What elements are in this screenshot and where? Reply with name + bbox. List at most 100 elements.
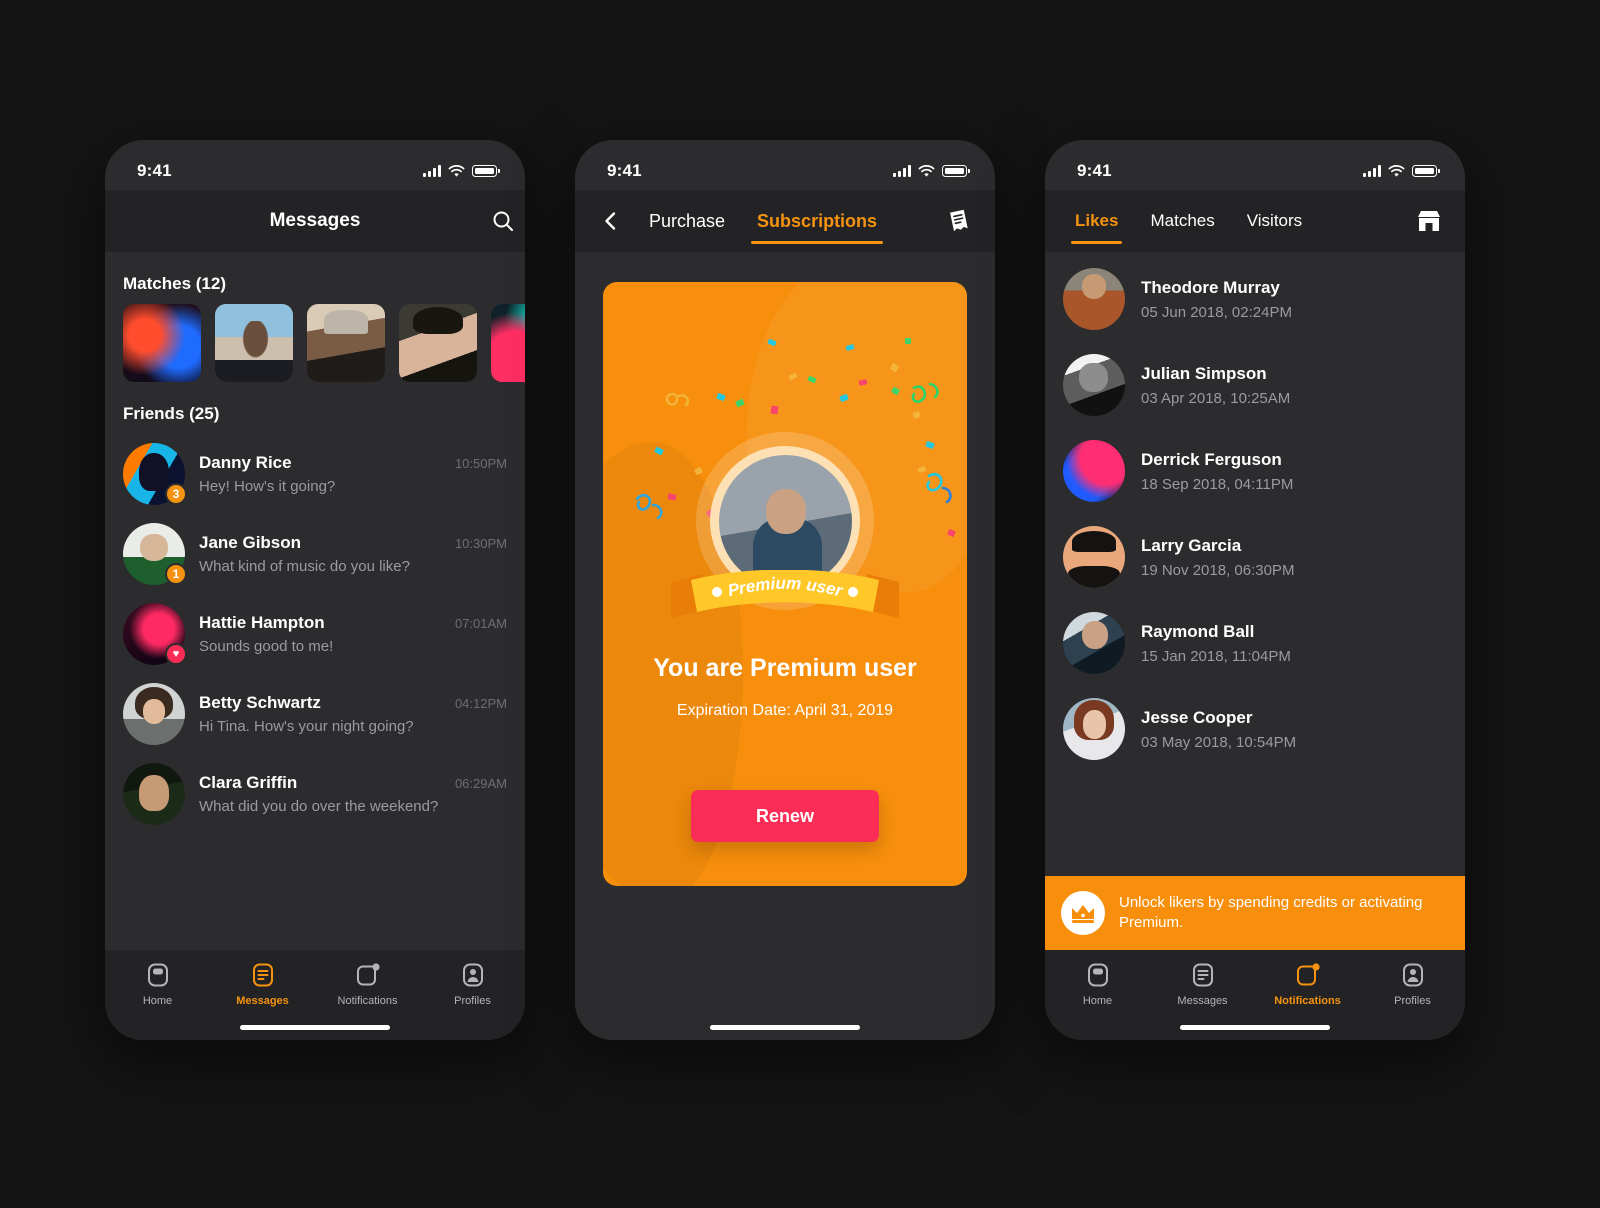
messages-icon (252, 963, 273, 987)
notifications-icon (1296, 963, 1320, 986)
like-date: 05 Jun 2018, 02:24PM (1141, 303, 1292, 321)
like-name: Derrick Ferguson (1141, 449, 1282, 469)
like-content: Julian Simpson 03 Apr 2018, 10:25AM (1141, 364, 1290, 407)
friend-row[interactable]: Clara Griffin 06:29AM What did you do ov… (105, 754, 525, 834)
unread-badge: 1 (165, 563, 187, 585)
premium-avatar (718, 454, 852, 588)
like-row[interactable]: Raymond Ball 15 Jan 2018, 11:04PM (1045, 600, 1465, 686)
like-content: Raymond Ball 15 Jan 2018, 11:04PM (1141, 622, 1291, 665)
status-bar: 9:41 (1045, 140, 1465, 190)
confetti (694, 466, 703, 476)
matches-heading: Matches (12) (123, 274, 226, 293)
like-row[interactable]: Theodore Murray 05 Jun 2018, 02:24PM (1045, 256, 1465, 342)
bottom-tab-bar: Home Messages Notifications Profiles (105, 950, 525, 1040)
home-indicator[interactable] (710, 1025, 860, 1030)
battery-icon (472, 165, 500, 177)
avatar (1063, 268, 1125, 330)
friend-row[interactable]: 1 Jane Gibson 10:30PM What kind of music… (105, 514, 525, 594)
avatar-photo (1063, 268, 1125, 330)
like-row[interactable]: Derrick Ferguson 18 Sep 2018, 04:11PM (1045, 428, 1465, 514)
store-glyph (1418, 211, 1440, 231)
like-row[interactable]: Jesse Cooper 03 May 2018, 10:54PM (1045, 686, 1465, 772)
tab-likes[interactable]: Likes (1059, 190, 1134, 252)
confetti (735, 398, 745, 408)
tab-subscriptions[interactable]: Subscriptions (741, 190, 893, 252)
home-indicator[interactable] (240, 1025, 390, 1030)
tab-label: Messages (1177, 995, 1228, 1007)
tab-home[interactable]: Home (105, 962, 210, 1007)
match-thumb[interactable] (491, 304, 525, 382)
profiles-icon (462, 963, 483, 987)
match-thumb[interactable] (215, 304, 293, 382)
like-date: 19 Nov 2018, 06:30PM (1141, 561, 1295, 579)
status-indicators (893, 164, 970, 178)
avatar-photo (123, 763, 185, 825)
match-photo (123, 304, 201, 382)
cellular-signal-icon (1363, 165, 1381, 177)
subscriptions-navbar: Purchase Subscriptions (575, 190, 995, 252)
status-time: 9:41 (607, 161, 642, 180)
friend-time: 06:29AM (454, 776, 507, 791)
tab-matches[interactable]: Matches (1134, 190, 1230, 252)
receipt-icon[interactable] (937, 199, 981, 243)
friend-row[interactable]: Betty Schwartz 04:12PM Hi Tina. How's yo… (105, 674, 525, 754)
tab-notifications[interactable]: Notifications (1255, 962, 1360, 1007)
premium-promo-banner[interactable]: Unlock likers by spending credits or act… (1045, 876, 1465, 950)
avatar (1063, 354, 1125, 416)
phone-subscriptions: 9:41 Purchase Subscriptions Premium user… (575, 140, 995, 1040)
messages-navbar: Messages (105, 190, 525, 252)
tab-profiles[interactable]: Profiles (420, 962, 525, 1007)
friend-row[interactable]: 3 Danny Rice 10:50PM Hey! How's it going… (105, 434, 525, 514)
heart-badge-icon: ♥ (165, 643, 187, 665)
status-time: 9:41 (137, 161, 172, 180)
wifi-icon (918, 164, 935, 177)
match-thumb[interactable] (399, 304, 477, 382)
back-button[interactable] (589, 199, 633, 243)
avatar-photo (1063, 440, 1125, 502)
like-row[interactable]: Larry Garcia 19 Nov 2018, 06:30PM (1045, 514, 1465, 600)
avatar-photo (1063, 612, 1125, 674)
like-date: 18 Sep 2018, 04:11PM (1141, 475, 1294, 493)
tab-profiles[interactable]: Profiles (1360, 962, 1465, 1007)
confetti (770, 405, 779, 415)
avatar (123, 763, 185, 825)
friends-heading: Friends (25) (123, 404, 220, 423)
renew-button[interactable]: Renew (691, 790, 879, 842)
premium-card: Premium user You are Premium user Expira… (603, 282, 967, 886)
tab-visitors[interactable]: Visitors (1231, 190, 1318, 252)
status-indicators (1363, 164, 1440, 178)
tab-label: Home (142, 995, 173, 1007)
unread-badge: 3 (165, 483, 187, 505)
tab-messages[interactable]: Messages (1150, 962, 1255, 1007)
status-time: 9:41 (1077, 161, 1112, 180)
friend-time: 04:12PM (454, 696, 507, 711)
status-bar: 9:41 (575, 140, 995, 190)
screenshot-stage: 9:41 Messages Matches (12) Friends (25) … (0, 0, 1600, 1208)
tab-home[interactable]: Home (1045, 962, 1150, 1007)
tab-messages[interactable]: Messages (210, 962, 315, 1007)
friend-name: Jane Gibson (199, 533, 302, 552)
friend-row[interactable]: ♥ Hattie Hampton 07:01AM Sounds good to … (105, 594, 525, 674)
matches-carousel[interactable] (105, 304, 525, 382)
like-row[interactable]: Julian Simpson 03 Apr 2018, 10:25AM (1045, 342, 1465, 428)
friend-message: Hi Tina. How's your night going? (199, 718, 414, 735)
like-name: Raymond Ball (1141, 621, 1255, 641)
home-indicator[interactable] (1180, 1025, 1330, 1030)
store-icon[interactable] (1407, 199, 1451, 243)
tab-notifications[interactable]: Notifications (315, 962, 420, 1007)
tab-label: Home (1082, 995, 1113, 1007)
avatar (1063, 612, 1125, 674)
search-icon[interactable] (481, 199, 525, 243)
like-name: Theodore Murray (1141, 277, 1280, 297)
bottom-tab-bar: Home Messages Notifications Profiles (1045, 950, 1465, 1040)
confetti (905, 338, 911, 344)
match-thumb[interactable] (307, 304, 385, 382)
avatar-photo (1063, 526, 1125, 588)
phone-likes: 9:41 Likes Matches Visitors Theodore Mur… (1045, 140, 1465, 1040)
tab-purchase[interactable]: Purchase (633, 190, 741, 252)
subscriptions-body: Premium user You are Premium user Expira… (575, 252, 995, 1040)
like-content: Larry Garcia 19 Nov 2018, 06:30PM (1141, 536, 1294, 579)
wifi-icon (448, 164, 465, 177)
match-thumb[interactable] (123, 304, 201, 382)
like-name: Jesse Cooper (1141, 707, 1253, 727)
